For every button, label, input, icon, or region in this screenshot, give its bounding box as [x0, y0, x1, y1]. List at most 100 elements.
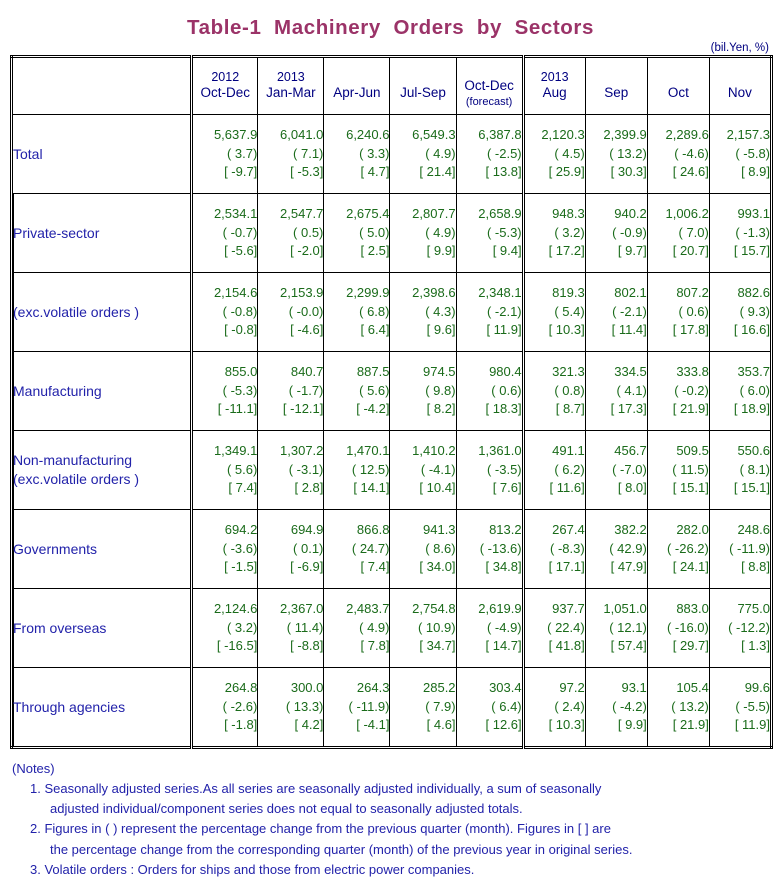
cell-value: 285.2 — [423, 680, 456, 696]
cell-manufacturing-c0: 855.0 ( -5.3) [ -11.1] — [190, 351, 259, 431]
cell-yoy-change: [ -6.9] — [290, 559, 324, 575]
cell-private-sector-c3: 2,807.7 ( 4.9) [ 9.9] — [389, 193, 457, 273]
cell-qoq-change: ( -4.6) — [674, 145, 709, 161]
cell-from-overseas-c5: 937.7 ( 22.4) [ 41.8] — [521, 588, 586, 668]
cell-value: 2,299.9 — [346, 285, 390, 301]
cell-value: 694.9 — [290, 522, 324, 538]
cell-value: 93.1 — [621, 680, 647, 696]
cell-through-agencies-c1: 300.0 ( 13.3) [ 4.2] — [257, 667, 325, 748]
row-label-text: Total — [13, 145, 43, 162]
cell-yoy-change: [ 7.6] — [492, 480, 522, 496]
cell-qoq-change: ( 12.5) — [351, 461, 390, 477]
cell-value: 2,120.3 — [541, 127, 585, 143]
cell-manufacturing-c6: 334.5 ( 4.1) [ 17.3] — [584, 351, 648, 431]
cell-value: 300.0 — [290, 680, 324, 696]
cell-non-manufacturing-c2: 1,470.1 ( 12.5) [ 14.1] — [323, 430, 391, 510]
cell-qoq-change: ( 6.2) — [554, 461, 585, 477]
page-root: Table-1 Machinery Orders by Sectors (bil… — [0, 0, 781, 896]
cell-value: 802.1 — [614, 285, 647, 301]
cell-governments-c7: 282.0 ( -26.2) [ 24.1] — [646, 509, 710, 589]
cell-value: 264.3 — [356, 680, 390, 696]
cell-non-manufacturing-c5: 491.1 ( 6.2) [ 11.6] — [521, 430, 586, 510]
cell-yoy-change: [ 34.8] — [485, 559, 522, 575]
cell-qoq-change: ( 42.9) — [609, 540, 647, 556]
cell-yoy-change: [ 24.6] — [672, 164, 709, 180]
cell-value: 1,051.0 — [603, 601, 647, 617]
cell-qoq-change: ( -16.0) — [666, 619, 709, 635]
row-label-total: Total — [10, 114, 193, 194]
table-row: Total 5,637.9 ( 3.7) [ -9.7] 6,041.0 ( 7.1) [ … — [10, 114, 773, 194]
cell-value: 248.6 — [737, 522, 770, 538]
unit-note: (bil.Yen, %) — [710, 42, 769, 54]
row-label-text: From overseas — [13, 619, 107, 636]
table-row: Governments 694.2 ( -3.6) [ -1.5] 694.9 ( 0.1… — [11, 509, 773, 589]
cell-total-c1: 6,041.0 ( 7.1) [ -5.3] — [257, 114, 325, 194]
cell-yoy-change: [ 21.9] — [672, 717, 709, 733]
cell-value: 2,807.7 — [412, 206, 456, 222]
cell-yoy-change: [ 4.7] — [360, 164, 390, 180]
cell-qoq-change: ( 3.2) — [554, 224, 585, 240]
note-2-line-2: the percentage change from the correspon… — [50, 841, 633, 857]
machinery-orders-table: 2012 Oct-Dec 2013 Jan-Mar Apr-Jun Jul-Se… — [10, 55, 773, 749]
cell-value: 99.6 — [744, 680, 770, 696]
cell-yoy-change: [ 8.7] — [555, 401, 585, 417]
cell-governments-c3: 941.3 ( 8.6) [ 34.0] — [389, 509, 457, 589]
cell-yoy-change: [ 11.4] — [611, 322, 647, 338]
note-1-line-2: adjusted individual/component series doe… — [50, 801, 523, 817]
header-period-4: Oct-Dec — [464, 77, 514, 93]
cell-qoq-change: ( 2.4) — [554, 698, 585, 714]
cell-qoq-change: ( -13.6) — [479, 540, 522, 556]
cell-yoy-change: [ -9.7] — [224, 164, 258, 180]
cell-governments-c4: 813.2 ( -13.6) [ 34.8] — [455, 509, 524, 589]
cell-non-manufacturing-c6: 456.7 ( -7.0) [ 8.0] — [584, 430, 648, 510]
page-title: Table-1 Machinery Orders by Sectors — [187, 16, 594, 39]
cell-yoy-change: [ 2.8] — [294, 480, 324, 496]
cell-value: 2,348.1 — [478, 285, 522, 301]
cell-total-c0: 5,637.9 ( 3.7) [ -9.7] — [190, 114, 259, 194]
cell-yoy-change: [ 57.4] — [610, 638, 647, 654]
header-year-0: 2012 — [211, 70, 240, 85]
row-label-through-agencies: Through agencies — [11, 667, 193, 748]
cell-from-overseas-c7: 883.0 ( -16.0) [ 29.7] — [646, 588, 710, 668]
cell-qoq-change: ( 3.3) — [359, 145, 390, 161]
cell-from-overseas-c6: 1,051.0 ( 12.1) [ 57.4] — [584, 588, 648, 668]
cell-qoq-change: ( 0.5) — [293, 224, 324, 240]
cell-yoy-change: [ 17.8] — [672, 322, 709, 338]
cell-qoq-change: ( -5.5) — [735, 698, 770, 714]
cell-private-sector-exc-volatile-c8: 882.6 ( 9.3) [ 16.6] — [708, 272, 773, 352]
cell-qoq-change: ( 0.1) — [293, 540, 324, 556]
row-label-manufacturing: Manufacturing — [11, 351, 193, 431]
cell-from-overseas-c0: 2,124.6 ( 3.2) [ -16.5] — [190, 588, 259, 668]
cell-yoy-change: [ 10.3] — [548, 322, 585, 338]
cell-value: 333.8 — [676, 364, 709, 380]
cell-yoy-change: [ 8.2] — [426, 401, 456, 417]
header-period-6: Sep — [604, 85, 629, 101]
cell-qoq-change: ( 0.6) — [678, 303, 709, 319]
cell-yoy-change: [ -8.8] — [290, 638, 324, 654]
cell-qoq-change: ( -26.2) — [666, 540, 709, 556]
cell-value: 974.5 — [423, 364, 456, 380]
row-label-text: (exc.volatile orders ) — [13, 303, 140, 320]
cell-value: 2,398.6 — [412, 285, 456, 301]
cell-yoy-change: [ 10.4] — [419, 480, 456, 496]
cell-qoq-change: ( -3.6) — [222, 540, 258, 556]
header-year-5: 2013 — [540, 70, 569, 85]
cell-non-manufacturing-c3: 1,410.2 ( -4.1) [ 10.4] — [389, 430, 457, 510]
cell-private-sector-exc-volatile-c0: 2,154.6 ( -0.8) [ -0.8] — [190, 272, 259, 352]
cell-private-sector-c0: 2,534.1 ( -0.7) [ -5.6] — [190, 193, 259, 273]
cell-yoy-change: [ 10.3] — [548, 717, 585, 733]
table-row: Through agencies 264.8( -2.6)[ -1.8] 300.0… — [11, 667, 773, 748]
cell-value: 382.2 — [614, 522, 647, 538]
cell-qoq-change: ( -2.6) — [222, 698, 258, 714]
header-col-8: Nov — [708, 56, 773, 115]
cell-qoq-change: ( 5.6) — [359, 382, 390, 398]
cell-through-agencies-c8: 99.6 ( -5.5) [ 11.9] — [708, 667, 773, 748]
header-period-5: Aug — [542, 85, 567, 101]
row-label-text: Private-sector — [13, 224, 100, 241]
cell-value: 941.3 — [423, 522, 456, 538]
cell-value: 491.1 — [552, 443, 585, 459]
cell-from-overseas-c2: 2,483.7 ( 4.9) [ 7.8] — [323, 588, 391, 668]
header-period-2: Apr-Jun — [333, 85, 381, 101]
cell-qoq-change: ( -2.1) — [612, 303, 647, 319]
cell-qoq-change: ( -5.8) — [735, 145, 770, 161]
